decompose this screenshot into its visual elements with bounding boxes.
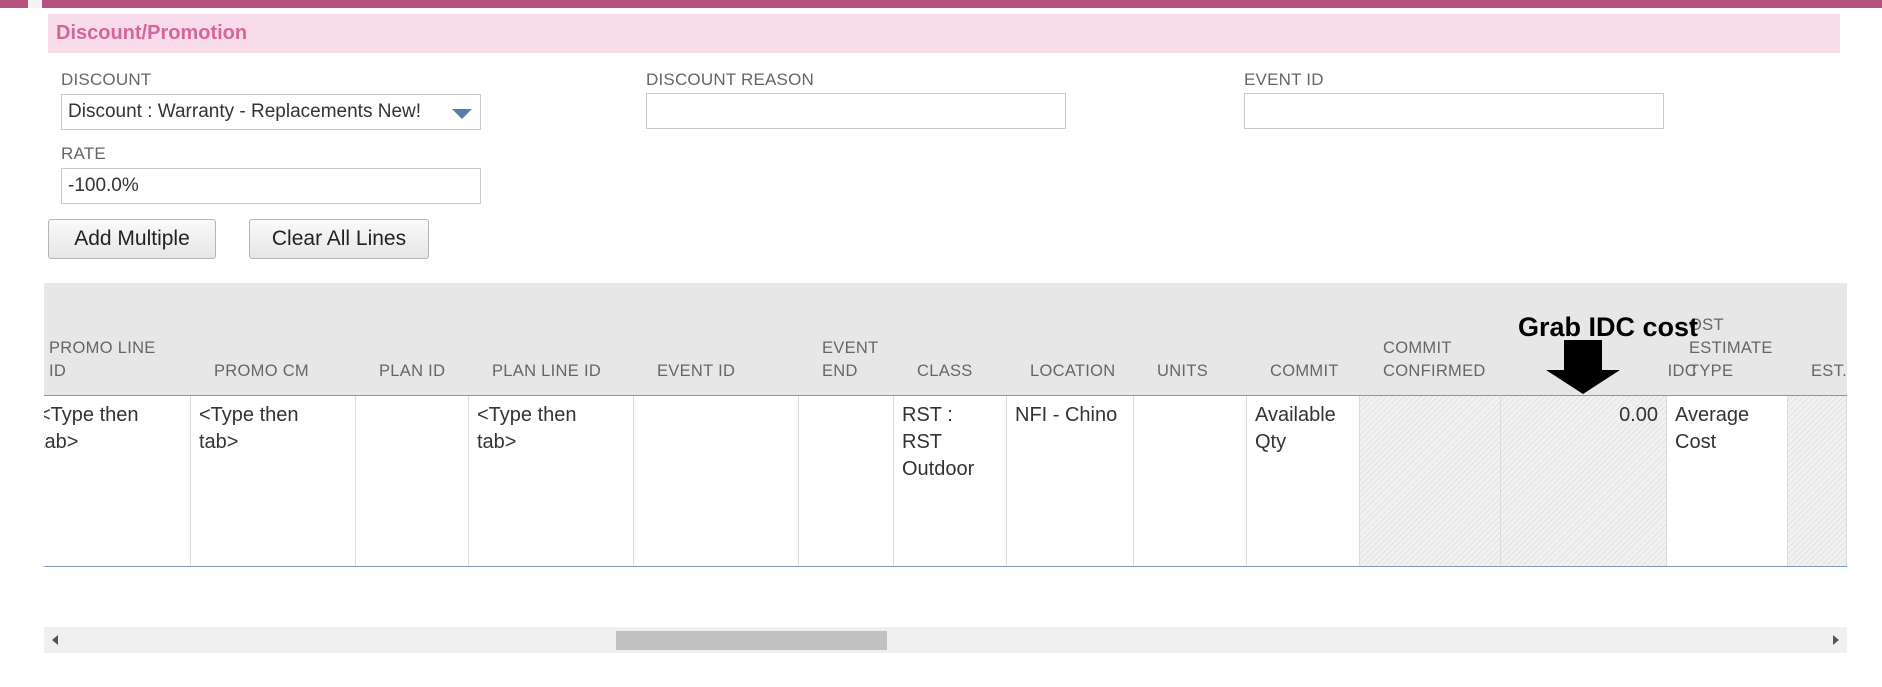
cell-commit-confirmed — [1360, 396, 1501, 566]
cell-event-id[interactable] — [634, 396, 799, 566]
discount-value: Discount : Warranty - Replacements New! — [68, 101, 422, 122]
cell-plan-line-id[interactable]: <Type then tab> — [469, 396, 634, 566]
discount-select[interactable]: Discount : Warranty - Replacements New! — [61, 94, 481, 130]
cell-commit[interactable]: Available Qty — [1247, 396, 1360, 566]
discount-reason-label: DISCOUNT REASON — [646, 70, 814, 89]
col-commit-confirmed[interactable]: COMMIT CONFIRMED — [1383, 337, 1486, 383]
scroll-right-icon[interactable] — [1833, 635, 1839, 645]
clear-all-lines-button[interactable]: Clear All Lines — [249, 219, 429, 259]
cell-event-end[interactable] — [799, 396, 894, 566]
col-est[interactable]: EST. — [1811, 360, 1847, 383]
cell-class[interactable]: RST : RST Outdoor — [894, 396, 1007, 566]
event-id-input[interactable] — [1244, 93, 1664, 129]
cell-promo-cm[interactable]: <Type then tab> — [191, 396, 356, 566]
cell-idc: 0.00 — [1501, 396, 1667, 566]
cell-promo-line-id[interactable]: <Type then tab> — [44, 396, 191, 566]
discount-label: DISCOUNT — [61, 70, 152, 89]
col-cost-estimate-type[interactable]: OST ESTIMATE TYPE — [1689, 314, 1773, 383]
tab-notch — [28, 0, 42, 8]
col-event-end[interactable]: EVENT END — [822, 337, 879, 383]
event-id-label: EVENT ID — [1244, 70, 1324, 89]
col-promo-line-id[interactable]: PROMO LINE ID — [49, 337, 156, 383]
cell-units[interactable] — [1134, 396, 1247, 566]
table-row: <Type then tab> <Type then tab> <Type th… — [44, 396, 1847, 567]
scroll-thumb[interactable] — [616, 631, 887, 650]
annotation-text: Grab IDC cost — [1518, 312, 1699, 342]
col-plan-line-id[interactable]: PLAN LINE ID — [492, 360, 601, 383]
section-header: Discount/Promotion — [48, 14, 1840, 53]
cell-location[interactable]: NFI - Chino — [1007, 396, 1134, 566]
col-event-id[interactable]: EVENT ID — [657, 360, 735, 383]
col-units[interactable]: UNITS — [1157, 360, 1208, 383]
top-accent-bar — [0, 0, 1882, 8]
col-commit[interactable]: COMMIT — [1270, 360, 1339, 383]
col-plan-id[interactable]: PLAN ID — [379, 360, 445, 383]
chevron-down-icon[interactable] — [452, 109, 472, 119]
down-arrow-head — [1546, 370, 1620, 394]
cell-est — [1788, 396, 1847, 566]
col-idc[interactable]: IDC — [1617, 360, 1697, 383]
col-promo-cm[interactable]: PROMO CM — [214, 360, 309, 383]
rate-label: RATE — [61, 144, 106, 163]
col-class[interactable]: CLASS — [917, 360, 973, 383]
horizontal-scrollbar[interactable] — [44, 627, 1847, 653]
rate-input[interactable]: -100.0% — [61, 168, 481, 204]
discount-reason-input[interactable] — [646, 93, 1066, 129]
add-multiple-button[interactable]: Add Multiple — [48, 219, 216, 259]
section-title: Discount/Promotion — [56, 22, 248, 44]
scroll-left-icon[interactable] — [52, 635, 58, 645]
cell-cost-estimate-type[interactable]: Average Cost — [1667, 396, 1788, 566]
down-arrow-icon — [1564, 340, 1602, 372]
cell-plan-id[interactable] — [356, 396, 469, 566]
col-location[interactable]: LOCATION — [1030, 360, 1116, 383]
